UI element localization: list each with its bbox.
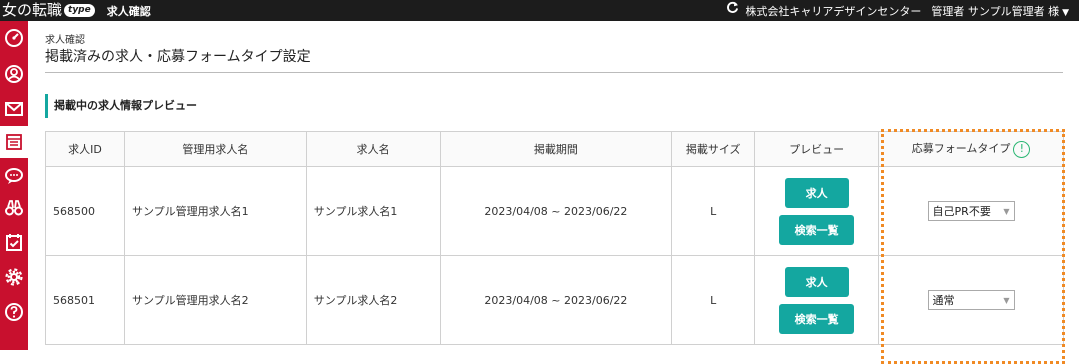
cell-admin-name: サンプル管理用求人名1 (123, 166, 307, 256)
cell-job-name: サンプル求人名2 (305, 255, 441, 345)
dashboard-icon[interactable] (3, 27, 25, 49)
preview-job-button[interactable]: 求人 (784, 177, 849, 208)
table-row: 568500 サンプル管理用求人名1 サンプル求人名1 2023/04/08 ~… (45, 166, 1064, 256)
cell-id: 568501 (45, 255, 125, 345)
refresh-icon[interactable] (726, 0, 739, 21)
cell-size: L (671, 166, 756, 256)
col-header-admin-name: 管理用求人名 (123, 131, 307, 167)
table-header-row: 求人ID 管理用求人名 求人名 掲載期間 掲載サイズ プレビュー 応募フォームタ… (45, 131, 1064, 167)
cell-admin-name: サンプル管理用求人名2 (123, 255, 307, 345)
col-header-period: 掲載期間 (439, 131, 673, 167)
chevron-down-icon: ▼ (1003, 206, 1010, 216)
form-type-value: 通常 (932, 294, 955, 307)
divider (45, 72, 1063, 73)
main-content: 求人確認 掲載済みの求人・応募フォームタイプ設定 掲載中の求人情報プレビュー 求… (28, 21, 1079, 364)
col-header-form-type: 応募フォームタイプ! (878, 131, 1064, 167)
cell-period: 2023/04/08 ~ 2023/06/22 (439, 166, 673, 256)
preview-job-button[interactable]: 求人 (784, 266, 849, 297)
logo-badge: type (64, 4, 95, 17)
calendar-check-icon[interactable] (3, 231, 25, 253)
mail-icon[interactable] (3, 98, 25, 120)
col-header-job-name: 求人名 (305, 131, 441, 167)
sidebar (0, 21, 28, 350)
chat-bubble-icon[interactable] (3, 165, 25, 187)
section-title: 掲載中の求人情報プレビュー (45, 94, 197, 118)
col-header-size: 掲載サイズ (671, 131, 756, 167)
preview-search-list-button[interactable]: 検索一覧 (779, 214, 855, 245)
col-header-id: 求人ID (45, 131, 125, 167)
cell-form-type: 通常 ▼ (878, 255, 1064, 345)
user-name: 管理者 サンプル管理者 様 (931, 4, 1060, 18)
chevron-down-icon: ▼ (1062, 7, 1069, 18)
logo-text: 女の転職 (2, 1, 63, 19)
form-type-select[interactable]: 通常 ▼ (927, 290, 1015, 310)
table-row: 568501 サンプル管理用求人名2 サンプル求人名2 2023/04/08 ~… (45, 255, 1064, 345)
breadcrumb[interactable]: 求人確認 (45, 31, 85, 46)
logo[interactable]: 女の転職 type (0, 0, 95, 21)
info-icon[interactable]: ! (1013, 140, 1031, 158)
cell-form-type: 自己PR不要 ▼ (878, 166, 1064, 256)
cell-preview: 求人 検索一覧 (754, 166, 880, 256)
col-header-preview: プレビュー (754, 131, 880, 167)
gear-icon[interactable] (3, 266, 25, 288)
cell-job-name: サンプル求人名1 (305, 166, 441, 256)
cell-preview: 求人 検索一覧 (754, 255, 880, 345)
user-menu[interactable]: 管理者 サンプル管理者 様 ▼ (931, 3, 1069, 19)
jobs-table: 求人ID 管理用求人名 求人名 掲載期間 掲載サイズ プレビュー 応募フォームタ… (45, 131, 1064, 345)
user-circle-icon[interactable] (3, 63, 25, 85)
form-type-header-label: 応募フォームタイプ (911, 142, 1011, 156)
cell-period: 2023/04/08 ~ 2023/06/22 (439, 255, 673, 345)
cell-id: 568500 (45, 166, 125, 256)
binoculars-icon[interactable] (3, 197, 25, 219)
form-type-select[interactable]: 自己PR不要 ▼ (927, 201, 1015, 221)
company-name: 株式会社キャリアデザインセンター (745, 4, 922, 18)
chevron-down-icon: ▼ (1003, 295, 1010, 305)
form-type-value: 自己PR不要 (932, 205, 991, 218)
cell-size: L (671, 255, 756, 345)
page-title: 掲載済みの求人・応募フォームタイプ設定 (45, 49, 311, 65)
top-right-group: 株式会社キャリアデザインセンター 管理者 サンプル管理者 様 ▼ (726, 0, 1069, 21)
document-list-icon[interactable] (3, 131, 25, 153)
page-label: 求人確認 (106, 4, 151, 18)
help-circle-icon[interactable] (3, 301, 25, 323)
preview-search-list-button[interactable]: 検索一覧 (779, 303, 855, 334)
top-bar: 女の転職 type 求人確認 株式会社キャリアデザインセンター 管理者 サンプル… (0, 0, 1079, 21)
